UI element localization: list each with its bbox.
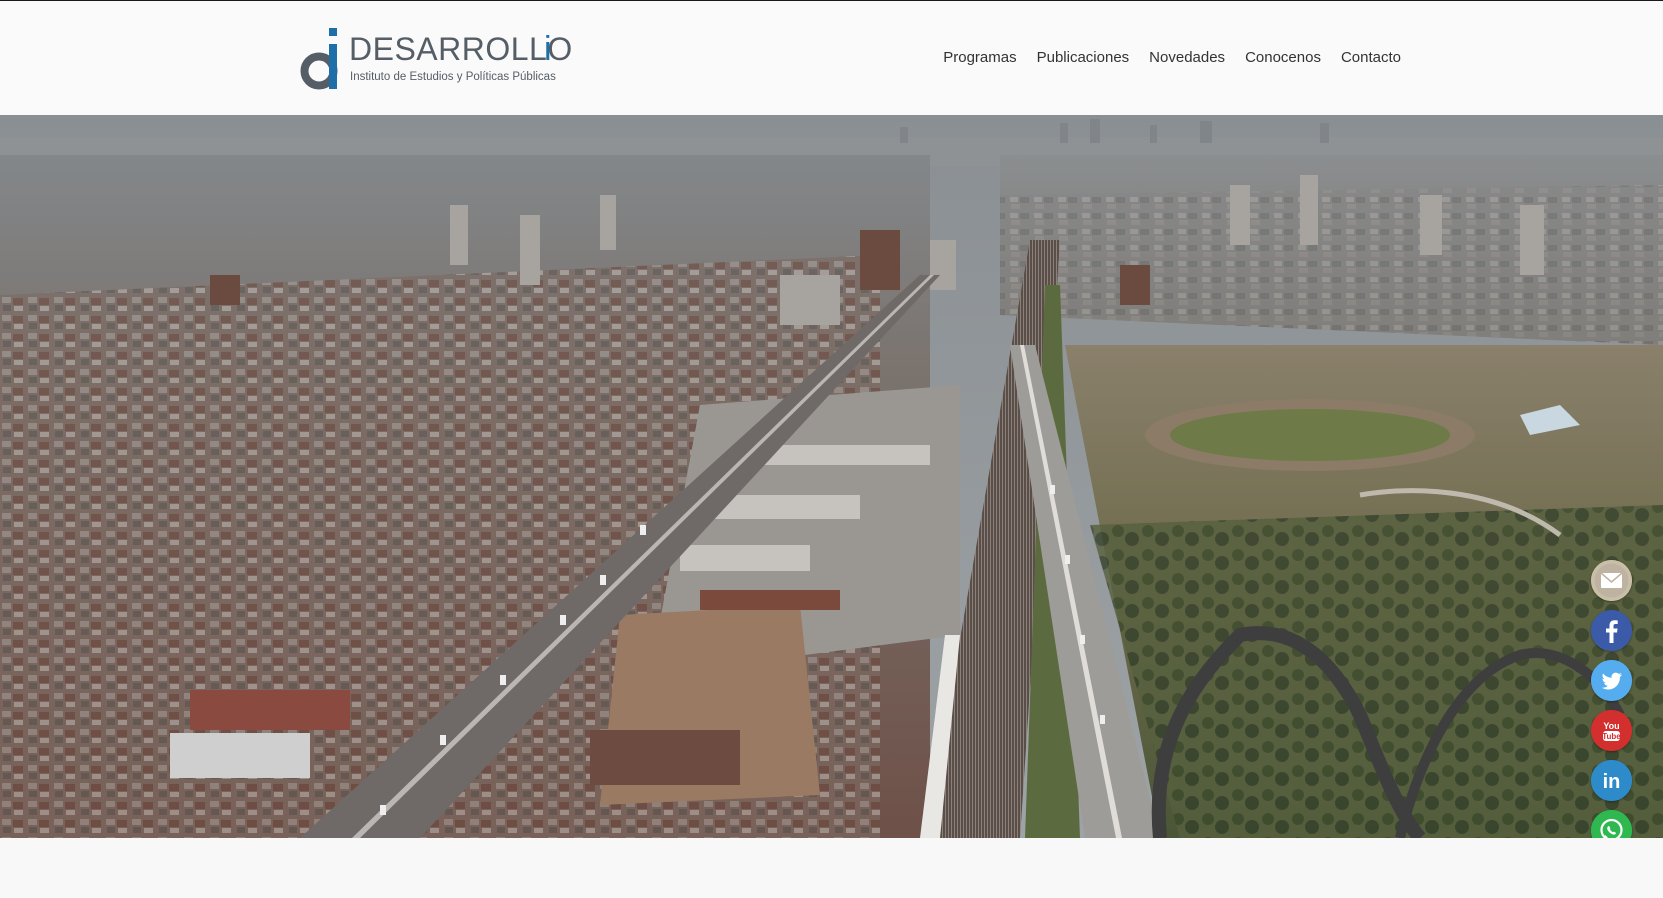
hero-image: You Tube in: [0, 115, 1663, 838]
twitter-icon: [1591, 660, 1632, 701]
youtube-button[interactable]: You Tube: [1591, 710, 1632, 751]
whatsapp-icon: [1591, 810, 1632, 838]
svg-text:You: You: [1603, 721, 1619, 731]
email-icon: [1591, 560, 1632, 601]
youtube-icon: You Tube: [1591, 710, 1632, 751]
whatsapp-button[interactable]: [1591, 810, 1632, 838]
facebook-icon: [1591, 610, 1632, 651]
aerial-city-photo: [0, 115, 1663, 838]
nav-conocenos[interactable]: Conocenos: [1245, 49, 1321, 66]
brand-logo[interactable]: DESARROLLO i Instituto de Estudios y Pol…: [300, 25, 572, 95]
site-header: DESARROLLO i Instituto de Estudios y Pol…: [0, 1, 1663, 115]
linkedin-icon: in: [1591, 760, 1632, 801]
email-button[interactable]: [1591, 560, 1632, 601]
page: DESARROLLO i Instituto de Estudios y Pol…: [0, 0, 1663, 898]
logo-mark-icon: [300, 28, 338, 90]
svg-text:Tube: Tube: [1602, 732, 1621, 741]
brand-name: DESARROLLO: [349, 31, 573, 67]
nav-publicaciones[interactable]: Publicaciones: [1037, 49, 1130, 66]
twitter-button[interactable]: [1591, 660, 1632, 701]
linkedin-button[interactable]: in: [1591, 760, 1632, 801]
brand-accent-letter: i: [544, 30, 552, 68]
facebook-button[interactable]: [1591, 610, 1632, 651]
content-area: [0, 838, 1663, 898]
nav-programas[interactable]: Programas: [943, 49, 1016, 66]
nav-novedades[interactable]: Novedades: [1149, 49, 1225, 66]
brand-subtitle: Instituto de Estudios y Políticas Públic…: [350, 71, 556, 83]
nav-contacto[interactable]: Contacto: [1341, 49, 1401, 66]
main-nav: Programas Publicaciones Novedades Conoce…: [943, 49, 1401, 66]
svg-text:in: in: [1603, 771, 1621, 793]
